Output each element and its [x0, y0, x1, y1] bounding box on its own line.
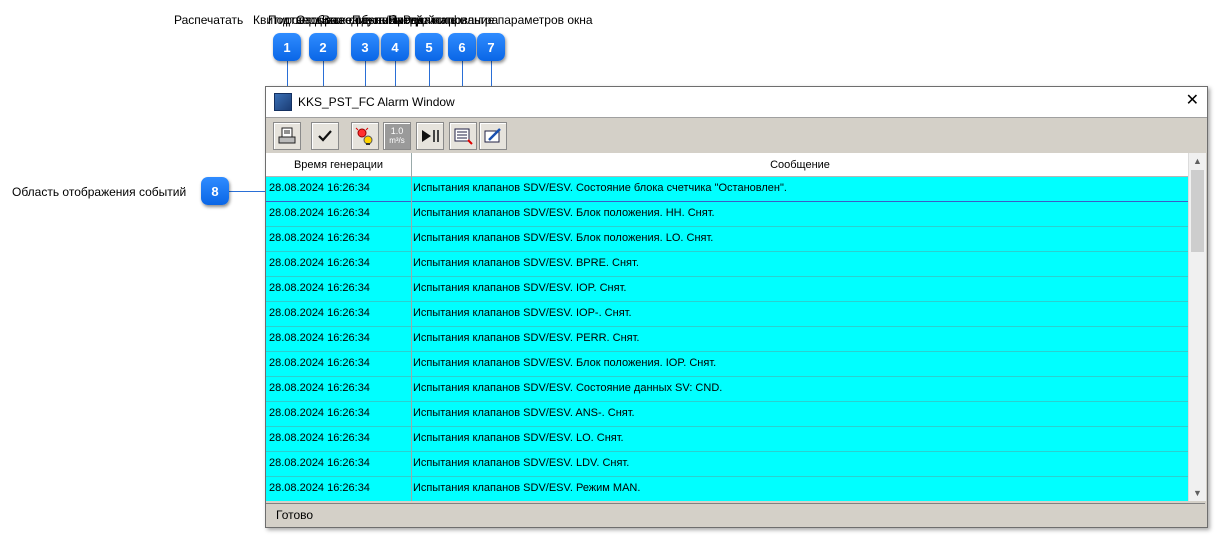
edit-window-button[interactable]	[479, 122, 507, 150]
table-row[interactable]: 28.08.2024 16:26:34 Испытания клапанов SD…	[266, 252, 1188, 277]
column-header-time[interactable]: Время генерации	[266, 153, 411, 177]
cell-message: Испытания клапанов SDV/ESV. Блок положен…	[413, 232, 714, 244]
cell-time: 28.08.2024 16:26:34	[269, 332, 370, 344]
callout-badge-3: 3	[351, 33, 379, 61]
pause-play-icon	[422, 130, 439, 142]
column-divider	[411, 153, 412, 501]
scroll-up-icon[interactable]: ▲	[1189, 153, 1206, 169]
cell-time: 28.08.2024 16:26:34	[269, 282, 370, 294]
checkmark-icon	[318, 130, 332, 142]
cell-time: 28.08.2024 16:26:34	[269, 207, 370, 219]
callout-badge-6: 6	[448, 33, 476, 61]
table-row[interactable]: 28.08.2024 16:26:34 Испытания клапанов SD…	[266, 202, 1188, 227]
cell-message: Испытания клапанов SDV/ESV. Режим MAN.	[413, 482, 641, 494]
column-header-message[interactable]: Сообщение	[412, 153, 1188, 177]
scroll-down-icon[interactable]: ▼	[1189, 485, 1206, 501]
close-icon[interactable]: ✕	[1186, 93, 1199, 109]
cell-time: 28.08.2024 16:26:34	[269, 182, 370, 194]
toolbar: 1.0 m³/s	[266, 117, 1207, 154]
table-row[interactable]: 28.08.2024 16:26:34 Испытания клапанов SD…	[266, 177, 1188, 203]
table-row[interactable]: 28.08.2024 16:26:34 Испытания клапанов SD…	[266, 277, 1188, 302]
table-row[interactable]: 28.08.2024 16:26:34 Испытания клапанов SD…	[266, 427, 1188, 452]
cell-time: 28.08.2024 16:26:34	[269, 357, 370, 369]
cell-message: Испытания клапанов SDV/ESV. Блок положен…	[413, 207, 715, 219]
callout-label-event-area: Область отображения событий	[12, 185, 187, 199]
filter-list-icon	[454, 128, 473, 145]
table-row[interactable]: 28.08.2024 16:26:34 Испытания клапанов SD…	[266, 377, 1188, 402]
cell-time: 28.08.2024 16:26:34	[269, 232, 370, 244]
table-row[interactable]: 28.08.2024 16:26:34 Испытания клапанов SD…	[266, 352, 1188, 377]
cell-time: 28.08.2024 16:26:34	[269, 307, 370, 319]
cell-time: 28.08.2024 16:26:34	[269, 457, 370, 469]
callout-badge-1: 1	[273, 33, 301, 61]
cell-time: 28.08.2024 16:26:34	[269, 257, 370, 269]
cell-time: 28.08.2024 16:26:34	[269, 382, 370, 394]
title-bar: KKS_PST_FC Alarm Window ✕	[266, 87, 1207, 117]
app-icon	[274, 93, 292, 111]
edit-window-icon	[484, 128, 501, 143]
data-output-button[interactable]: 1.0 m³/s	[383, 122, 411, 150]
filter-settings-button[interactable]	[449, 122, 477, 150]
connector-line-8	[228, 191, 268, 192]
table-row[interactable]: 28.08.2024 16:26:34 Испытания клапанов SD…	[266, 477, 1188, 501]
printer-icon	[278, 127, 296, 144]
cell-message: Испытания клапанов SDV/ESV. LDV. Снят.	[413, 457, 630, 469]
cell-message: Испытания клапанов SDV/ESV. LO. Снят.	[413, 432, 624, 444]
table-row[interactable]: 28.08.2024 16:26:34 Испытания клапанов SD…	[266, 327, 1188, 352]
cell-message: Испытания клапанов SDV/ESV. PERR. Снят.	[413, 332, 640, 344]
cell-time: 28.08.2024 16:26:34	[269, 407, 370, 419]
callout-badge-4: 4	[381, 33, 409, 61]
events-table: Время генерации Сообщение 28.08.2024 16:…	[266, 153, 1188, 501]
callout-label-edit-window: Редактирование параметров окна	[403, 13, 593, 27]
cell-time: 28.08.2024 16:26:34	[269, 432, 370, 444]
alarm-window: KKS_PST_FC Alarm Window ✕ 1.0 m³/s Время…	[265, 86, 1208, 528]
alarm-lamp-icon	[355, 127, 373, 145]
cell-time: 28.08.2024 16:26:34	[269, 482, 370, 494]
callout-badge-7: 7	[477, 33, 505, 61]
table-row[interactable]: 28.08.2024 16:26:34 Испытания клапанов SD…	[266, 452, 1188, 477]
unit-label: m³/s	[389, 136, 405, 145]
confirm-button[interactable]	[351, 122, 379, 150]
scrollbar-thumb[interactable]	[1191, 170, 1204, 252]
unit-m3s-icon: 1.0 m³/s	[389, 126, 405, 146]
callout-badge-8: 8	[201, 177, 229, 205]
acknowledge-all-button[interactable]	[311, 122, 339, 150]
unit-value: 1.0	[390, 126, 404, 136]
pause-play-button[interactable]	[416, 122, 444, 150]
status-bar: Готово	[266, 503, 1205, 526]
cell-message: Испытания клапанов SDV/ESV. BPRE. Снят.	[413, 257, 639, 269]
table-row[interactable]: 28.08.2024 16:26:34 Испытания клапанов SD…	[266, 402, 1188, 427]
window-title: KKS_PST_FC Alarm Window	[298, 95, 455, 109]
callout-badge-5: 5	[415, 33, 443, 61]
cell-message: Испытания клапанов SDV/ESV. IOP. Снят.	[413, 282, 627, 294]
print-button[interactable]	[273, 122, 301, 150]
callout-label-print: Распечатать	[174, 13, 244, 27]
status-text: Готово	[276, 508, 314, 522]
cell-message: Испытания клапанов SDV/ESV. Состояние бл…	[413, 182, 787, 194]
cell-message: Испытания клапанов SDV/ESV. Блок положен…	[413, 357, 717, 369]
cell-message: Испытания клапанов SDV/ESV. ANS-. Снят.	[413, 407, 635, 419]
callout-badge-2: 2	[309, 33, 337, 61]
cell-message: Испытания клапанов SDV/ESV. IOP-. Снят.	[413, 307, 632, 319]
table-row[interactable]: 28.08.2024 16:26:34 Испытания клапанов SD…	[266, 227, 1188, 252]
cell-message: Испытания клапанов SDV/ESV. Состояние да…	[413, 382, 723, 394]
table-row[interactable]: 28.08.2024 16:26:34 Испытания клапанов SD…	[266, 302, 1188, 327]
vertical-scrollbar[interactable]: ▲ ▼	[1188, 153, 1206, 501]
